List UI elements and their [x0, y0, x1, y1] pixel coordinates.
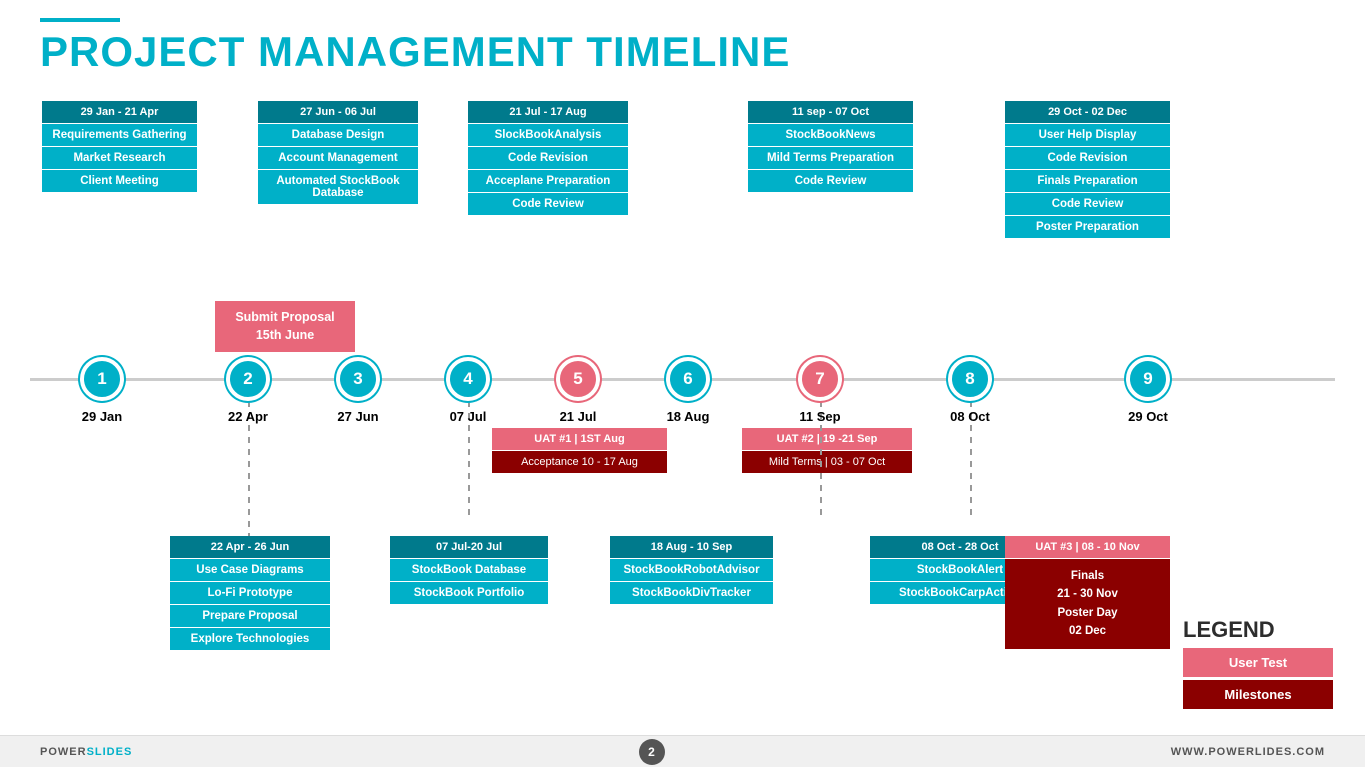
node-8: 8 08 Oct: [948, 357, 992, 424]
milestone-card: Submit Proposal15th June: [215, 301, 355, 352]
uat-1-sub: Acceptance 10 - 17 Aug: [492, 451, 667, 473]
above-card-header-4: 11 sep - 07 Oct: [748, 101, 913, 123]
above-card-item-3-2: Code Revision: [468, 147, 628, 169]
above-card-header-3: 21 Jul - 17 Aug: [468, 101, 628, 123]
above-card-item-5-4: Code Review: [1005, 193, 1170, 215]
footer-page: 2: [639, 739, 665, 765]
footer-right: WWW.POWERLIDES.COM: [1171, 746, 1325, 758]
legend-milestones: Milestones: [1183, 680, 1333, 709]
above-card-col5: 29 Oct - 02 Dec User Help Display Code R…: [1005, 101, 1170, 238]
node-circle-1: 1: [80, 357, 124, 401]
above-card-item-4-1: StockBookNews: [748, 124, 913, 146]
node-circle-8: 8: [948, 357, 992, 401]
uat-1-label: UAT #1 | 1ST Aug: [492, 428, 667, 450]
above-card-header-2: 27 Jun - 06 Jul: [258, 101, 418, 123]
node-circle-9: 9: [1126, 357, 1170, 401]
above-card-header-1: 29 Jan - 21 Apr: [42, 101, 197, 123]
node-label-6: 18 Aug: [666, 409, 710, 424]
node-label-9: 29 Oct: [1126, 409, 1170, 424]
node-circle-5: 5: [556, 357, 600, 401]
uat-3-label: UAT #3 | 08 - 10 Nov: [1005, 536, 1170, 558]
above-card-item-5-3: Finals Preparation: [1005, 170, 1170, 192]
below-card-item-4-1: StockBookRobotAdvisor: [610, 559, 773, 581]
above-card-item-1-3: Client Meeting: [42, 170, 197, 192]
node-label-1: 29 Jan: [80, 409, 124, 424]
node-circle-3: 3: [336, 357, 380, 401]
above-card-col3: 21 Jul - 17 Aug SlockBookAnalysis Code R…: [468, 101, 628, 215]
page-title: PROJECT MANAGEMENT TIMELINE: [40, 28, 1325, 76]
below-card-item-2-4: Explore Technologies: [170, 628, 330, 650]
uat-2: UAT #2 | 19 -21 Sep Mild Terms | 03 - 07…: [742, 428, 912, 473]
finals-card: Finals21 - 30 NovPoster Day02 Dec: [1005, 559, 1170, 649]
main-content: 29 Jan - 21 Apr Requirements Gathering M…: [0, 81, 1365, 761]
below-card-item-2-3: Prepare Proposal: [170, 605, 330, 627]
above-card-item-4-2: Mild Terms Preparation: [748, 147, 913, 169]
node-9: 9 29 Oct: [1126, 357, 1170, 424]
header-accent-line: [40, 18, 120, 22]
legend: LEGEND User Test Milestones: [1183, 617, 1333, 709]
dashed-line-2: [248, 401, 250, 556]
node-circle-6: 6: [666, 357, 710, 401]
above-card-col1: 29 Jan - 21 Apr Requirements Gathering M…: [42, 101, 197, 192]
below-card-item-4-2: StockBookDivTracker: [610, 582, 773, 604]
above-card-item-3-3: Acceplane Preparation: [468, 170, 628, 192]
node-5: 5 21 Jul: [556, 357, 600, 424]
footer-brand-2: SLIDES: [87, 746, 133, 758]
legend-user-test: User Test: [1183, 648, 1333, 677]
below-card-header-4: 18 Aug - 10 Sep: [610, 536, 773, 558]
node-2: 2 22 Apr: [226, 357, 270, 424]
above-card-item-4-3: Code Review: [748, 170, 913, 192]
above-card-item-5-1: User Help Display: [1005, 124, 1170, 146]
node-label-5: 21 Jul: [556, 409, 600, 424]
node-circle-4: 4: [446, 357, 490, 401]
uat-2-label: UAT #2 | 19 -21 Sep: [742, 428, 912, 450]
node-1: 1 29 Jan: [80, 357, 124, 424]
above-card-col2: 27 Jun - 06 Jul Database Design Account …: [258, 101, 418, 204]
footer: POWERSLIDES 2 WWW.POWERLIDES.COM: [0, 735, 1365, 767]
above-card-item-3-1: SlockBookAnalysis: [468, 124, 628, 146]
below-card-item-2-1: Use Case Diagrams: [170, 559, 330, 581]
node-label-2: 22 Apr: [226, 409, 270, 424]
uat-2-sub: Mild Terms | 03 - 07 Oct: [742, 451, 912, 473]
below-card-col6: UAT #3 | 08 - 10 Nov Finals21 - 30 NovPo…: [1005, 536, 1170, 649]
node-label-3: 27 Jun: [336, 409, 380, 424]
above-card-item-2-3: Automated StockBook Database: [258, 170, 418, 204]
footer-left: POWERSLIDES: [40, 746, 132, 758]
node-label-8: 08 Oct: [948, 409, 992, 424]
above-card-item-2-2: Account Management: [258, 147, 418, 169]
below-card-header-2: 22 Apr - 26 Jun: [170, 536, 330, 558]
below-card-item-3-1: StockBook Database: [390, 559, 548, 581]
title-part2: TIMELINE: [586, 28, 790, 75]
uat-1: UAT #1 | 1ST Aug Acceptance 10 - 17 Aug: [492, 428, 667, 473]
above-card-header-5: 29 Oct - 02 Dec: [1005, 101, 1170, 123]
node-circle-2: 2: [226, 357, 270, 401]
above-card-item-2-1: Database Design: [258, 124, 418, 146]
node-6: 6 18 Aug: [666, 357, 710, 424]
above-card-item-5-5: Poster Preparation: [1005, 216, 1170, 238]
below-card-col4: 18 Aug - 10 Sep StockBookRobotAdvisor St…: [610, 536, 773, 604]
title-part1: PROJECT MANAGEMENT: [40, 28, 574, 75]
node-label-7: 11 Sep: [798, 409, 842, 424]
node-circle-7: 7: [798, 357, 842, 401]
footer-brand-1: POWER: [40, 746, 87, 758]
above-card-item-5-2: Code Revision: [1005, 147, 1170, 169]
legend-title: LEGEND: [1183, 617, 1333, 643]
below-card-col3: 07 Jul-20 Jul StockBook Database StockBo…: [390, 536, 548, 604]
node-4: 4 07 Jul: [446, 357, 490, 424]
above-card-item-1-2: Market Research: [42, 147, 197, 169]
below-card-item-3-2: StockBook Portfolio: [390, 582, 548, 604]
below-card-col2: 22 Apr - 26 Jun Use Case Diagrams Lo-Fi …: [170, 536, 330, 650]
node-label-4: 07 Jul: [446, 409, 490, 424]
header: PROJECT MANAGEMENT TIMELINE: [0, 0, 1365, 76]
above-card-item-3-4: Code Review: [468, 193, 628, 215]
above-card-item-1-1: Requirements Gathering: [42, 124, 197, 146]
below-card-header-3: 07 Jul-20 Jul: [390, 536, 548, 558]
node-3: 3 27 Jun: [336, 357, 380, 424]
node-7: 7 11 Sep: [798, 357, 842, 424]
below-card-item-2-2: Lo-Fi Prototype: [170, 582, 330, 604]
above-card-col4: 11 sep - 07 Oct StockBookNews Mild Terms…: [748, 101, 913, 192]
